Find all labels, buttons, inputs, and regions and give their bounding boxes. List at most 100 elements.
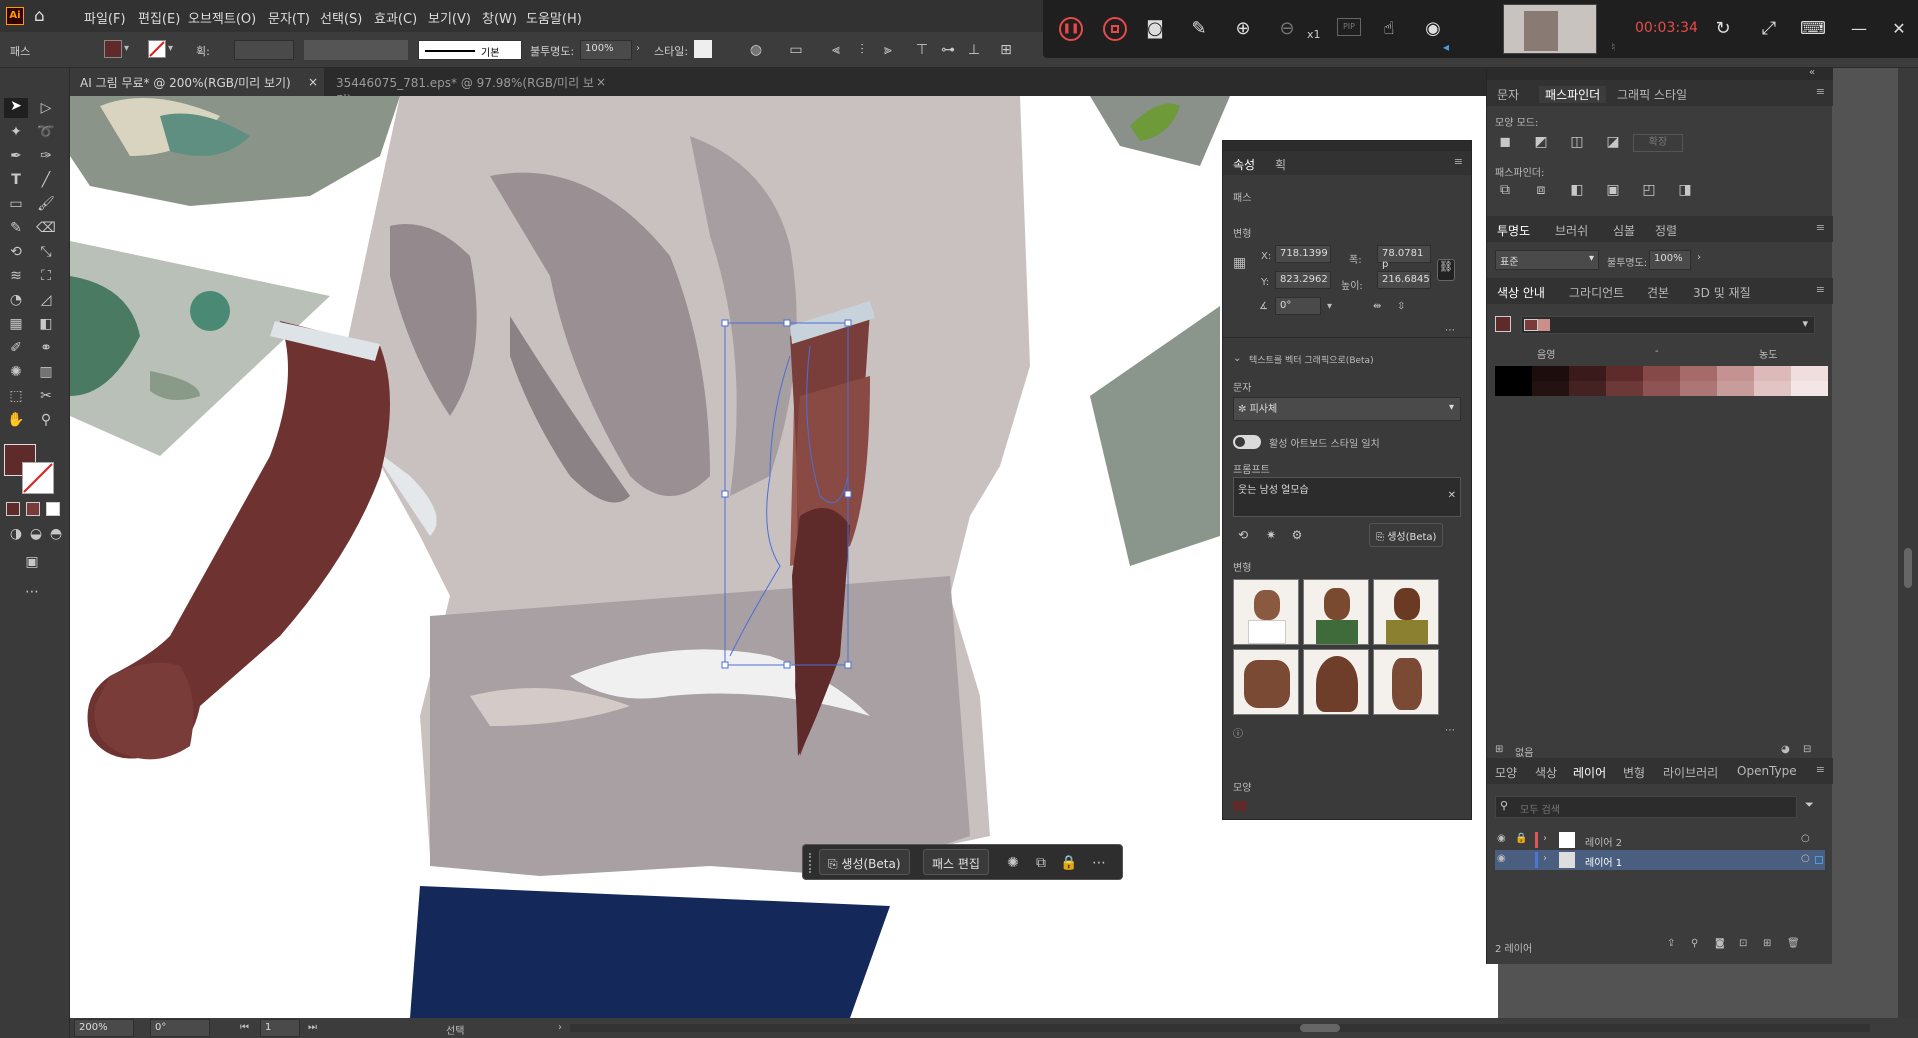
close-icon[interactable]: × (308, 75, 318, 89)
clipping-mask-icon[interactable]: ◙ (1715, 938, 1725, 949)
tab-layers[interactable]: 레이어 (1573, 764, 1606, 781)
align-left-icon[interactable]: ⫷ (826, 40, 846, 60)
warp-tool-icon[interactable]: ≋ (6, 266, 26, 286)
flip-vertical-icon[interactable]: ⇳ (1397, 301, 1405, 312)
shape-builder-tool-icon[interactable]: ◔ (6, 290, 26, 310)
variable-width-profile[interactable] (304, 40, 408, 60)
layer-row-selected[interactable]: ◉ › 레이어 1 ○ (1495, 850, 1825, 870)
menu-select[interactable]: 선택(S) (320, 8, 362, 27)
tab-pathfinder[interactable]: 패스파인더 (1539, 86, 1607, 103)
slice-tool-icon[interactable]: ✂ (36, 386, 56, 406)
match-style-toggle[interactable] (1233, 435, 1261, 449)
eye-icon[interactable]: ◉ (1423, 18, 1443, 39)
export-icon[interactable]: ⇪ (1667, 938, 1675, 949)
mesh-tool-icon[interactable]: ▦ (6, 314, 26, 334)
align-hcenter-icon[interactable]: ⫶ (852, 40, 872, 60)
selection-tool-icon[interactable]: ➤ (4, 98, 28, 118)
screen-mode-icon[interactable]: ▣ (22, 552, 42, 572)
horizontal-scrollbar[interactable] (570, 1024, 1870, 1032)
tab-color[interactable]: 색상 (1535, 764, 1557, 781)
more-options-icon[interactable]: ⋯ (1089, 853, 1109, 873)
none-icon[interactable]: ⊞ (1495, 744, 1503, 755)
align-vcenter-icon[interactable]: ⊶ (938, 40, 958, 60)
target-icon[interactable]: ○ (1801, 833, 1810, 844)
chevron-down-icon[interactable]: ▾ (168, 43, 173, 54)
blend-mode-select[interactable]: 표준 ▾ (1495, 250, 1599, 270)
panel-menu-icon[interactable]: ≡ (1816, 283, 1825, 296)
draw-behind-icon[interactable]: ◒ (26, 524, 46, 544)
chevron-down-icon[interactable]: ⌄ (1233, 353, 1241, 364)
fill-swatch[interactable] (104, 40, 122, 58)
home-icon[interactable]: ⌂ (34, 6, 45, 26)
magic-wand-tool-icon[interactable]: ✦ (6, 122, 26, 142)
recolor-icon[interactable]: ✺ (1003, 853, 1023, 873)
delete-icon[interactable]: 🗑 (1787, 938, 1800, 949)
tab-transform[interactable]: 변형 (1623, 764, 1645, 781)
menu-type[interactable]: 문자(T) (268, 8, 310, 27)
pencil-icon[interactable]: ✎ (1189, 18, 1209, 39)
perspective-tool-icon[interactable]: ◿ (36, 290, 56, 310)
drag-handle[interactable] (809, 853, 813, 873)
tab-brushes[interactable]: 브러쉬 (1555, 222, 1588, 239)
tab-swatches[interactable]: 견본 (1647, 284, 1669, 301)
expand-button[interactable]: 확장 (1633, 134, 1683, 152)
speaker-icon[interactable]: ◂ (1443, 40, 1457, 54)
tab-opentype[interactable]: OpenType (1737, 764, 1797, 778)
variation-thumbnail[interactable] (1373, 579, 1439, 645)
tab-type[interactable]: 문자 (1497, 86, 1519, 103)
harmony-rules-select[interactable]: ▾ (1521, 316, 1815, 334)
visibility-eye-icon[interactable]: ◉ (1497, 833, 1506, 844)
chevron-right-icon[interactable]: › (1543, 833, 1547, 844)
panel-menu-icon[interactable]: ≡ (1816, 85, 1825, 98)
tab-3d-materials[interactable]: 3D 및 재질 (1693, 284, 1751, 301)
angle-field[interactable]: 0° (1275, 297, 1321, 315)
zoom-field[interactable]: 200% (74, 1019, 134, 1037)
distribute-icon[interactable]: ⊞ (996, 40, 1016, 60)
refresh-icon[interactable]: ↻ (1713, 18, 1733, 39)
zoom-out-icon[interactable]: ⊖ (1277, 18, 1297, 39)
chevron-down-icon[interactable]: ▾ (1327, 301, 1332, 312)
brush-definition[interactable]: 기본 (418, 40, 522, 60)
divide-icon[interactable]: ⧉ (1495, 180, 1515, 200)
appearance-fill-swatch[interactable] (1233, 801, 1247, 811)
graph-tool-icon[interactable]: ▥ (36, 362, 56, 382)
panel-menu-icon[interactable]: ≡ (1816, 763, 1825, 776)
rotate-view-field[interactable]: 0° (150, 1019, 210, 1037)
eyedropper-tool-icon[interactable]: ✐ (6, 338, 26, 358)
tab-libraries[interactable]: 라이브러리 (1663, 764, 1718, 781)
save-swatch-icon[interactable]: ⊟ (1803, 744, 1811, 755)
zoom-tool-icon[interactable]: ⚲ (36, 410, 56, 430)
color-mode-icon[interactable] (6, 502, 20, 516)
sample-icon[interactable]: ⟲ (1233, 525, 1253, 545)
close-icon[interactable]: ✕ (1889, 18, 1909, 38)
align-right-icon[interactable]: ⫸ (878, 40, 898, 60)
artboard-number-field[interactable]: 1 (260, 1019, 300, 1037)
chevron-right-icon[interactable]: › (558, 1022, 562, 1033)
align-top-icon[interactable]: ⊤ (912, 40, 932, 60)
menu-view[interactable]: 보기(V) (428, 8, 471, 27)
menu-file[interactable]: 파일(F) (84, 8, 126, 27)
stroke-swatch[interactable] (148, 40, 166, 58)
x-field[interactable]: 718.1399 (1275, 245, 1331, 263)
minus-back-icon[interactable]: ◨ (1675, 180, 1695, 200)
menu-help[interactable]: 도움말(H) (526, 8, 582, 27)
layers-search-input[interactable]: ⚲ 모두 검색 (1495, 796, 1797, 818)
outline-icon[interactable]: ◰ (1639, 180, 1659, 200)
unite-icon[interactable]: ◼ (1495, 132, 1515, 152)
draw-normal-icon[interactable]: ◑ (6, 524, 26, 544)
tab-color-guide[interactable]: 색상 안내 (1497, 284, 1545, 301)
tab-appearance[interactable]: 모양 (1495, 764, 1517, 781)
zoom-in-icon[interactable]: ⊕ (1233, 18, 1253, 39)
chevron-right-icon[interactable]: › (636, 43, 640, 54)
visibility-eye-icon[interactable]: ◉ (1497, 853, 1506, 864)
stop-icon[interactable] (1103, 17, 1127, 41)
scrollbar-thumb[interactable] (1904, 548, 1912, 588)
cursor-effect-icon[interactable]: ☝ (1379, 18, 1399, 39)
paintbrush-tool-icon[interactable]: 🖌 (36, 194, 56, 214)
menu-object[interactable]: 오브젝트(O) (188, 8, 256, 27)
tab-graphic-styles[interactable]: 그래픽 스타일 (1617, 86, 1687, 103)
menu-effect[interactable]: 효과(C) (374, 8, 417, 27)
type-tool-icon[interactable]: T (6, 170, 26, 190)
stroke-color-swatch[interactable] (22, 462, 54, 494)
blend-tool-icon[interactable]: ⚭ (36, 338, 56, 358)
